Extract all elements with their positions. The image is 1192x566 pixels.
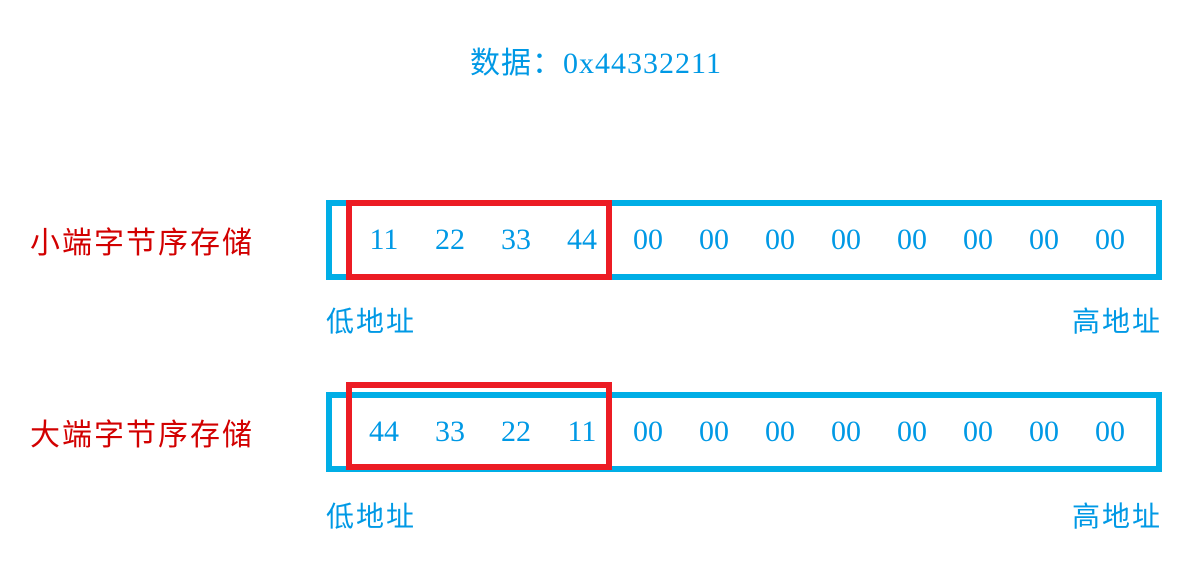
byte-cell: 11	[558, 415, 606, 449]
byte-cell: 00	[1086, 415, 1134, 449]
byte-cell: 00	[624, 415, 672, 449]
little-endian-bytes: 11 22 33 44 00 00 00 00 00 00 00 00	[360, 223, 1134, 257]
byte-cell: 00	[954, 415, 1002, 449]
byte-cell: 00	[756, 223, 804, 257]
byte-cell: 44	[558, 223, 606, 257]
byte-cell: 44	[360, 415, 408, 449]
big-endian-label: 大端字节序存储	[30, 410, 254, 454]
high-addr-label: 高地址	[1072, 495, 1162, 535]
byte-cell: 00	[888, 223, 936, 257]
title: 数据：0x44332211	[470, 38, 722, 82]
byte-cell: 00	[954, 223, 1002, 257]
low-addr-label: 低地址	[326, 300, 416, 340]
little-endian-addr-labels: 低地址 高地址	[326, 300, 1162, 340]
little-endian-label: 小端字节序存储	[30, 218, 254, 262]
byte-cell: 33	[426, 415, 474, 449]
byte-cell: 22	[492, 415, 540, 449]
byte-cell: 00	[756, 415, 804, 449]
byte-cell: 00	[822, 415, 870, 449]
byte-cell: 33	[492, 223, 540, 257]
big-endian-bytes: 44 33 22 11 00 00 00 00 00 00 00 00	[360, 415, 1134, 449]
low-addr-label: 低地址	[326, 495, 416, 535]
byte-cell: 00	[888, 415, 936, 449]
byte-cell: 00	[624, 223, 672, 257]
byte-cell: 00	[690, 223, 738, 257]
byte-cell: 22	[426, 223, 474, 257]
byte-cell: 11	[360, 223, 408, 257]
big-endian-memory-box: 44 33 22 11 00 00 00 00 00 00 00 00	[326, 392, 1162, 472]
big-endian-row: 大端字节序存储 44 33 22 11 00 00 00 00 00 00 00…	[0, 392, 1192, 472]
big-endian-addr-labels: 低地址 高地址	[326, 495, 1162, 535]
byte-cell: 00	[690, 415, 738, 449]
byte-cell: 00	[1020, 223, 1068, 257]
little-endian-memory-box: 11 22 33 44 00 00 00 00 00 00 00 00	[326, 200, 1162, 280]
byte-cell: 00	[1020, 415, 1068, 449]
little-endian-row: 小端字节序存储 11 22 33 44 00 00 00 00 00 00 00…	[0, 200, 1192, 280]
byte-cell: 00	[1086, 223, 1134, 257]
byte-cell: 00	[822, 223, 870, 257]
high-addr-label: 高地址	[1072, 300, 1162, 340]
